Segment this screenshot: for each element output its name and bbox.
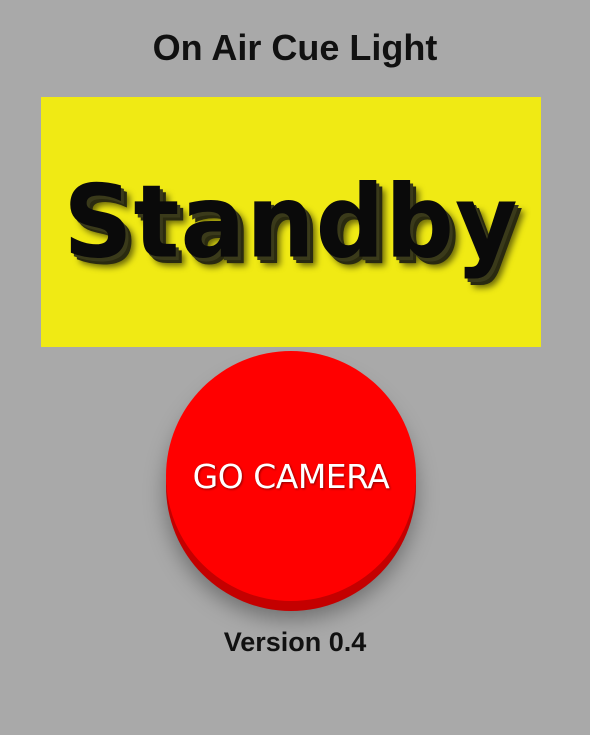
go-camera-button[interactable]: GO CAMERA [166, 351, 416, 601]
version-label: Version 0.4 [223, 627, 367, 657]
go-button-container: GO CAMERA [166, 351, 416, 611]
status-panel: Standby [41, 97, 541, 347]
page-title: On Air Cue Light [152, 27, 438, 68]
status-text: Standby [63, 163, 519, 281]
go-camera-button-label: GO CAMERA [192, 456, 390, 496]
